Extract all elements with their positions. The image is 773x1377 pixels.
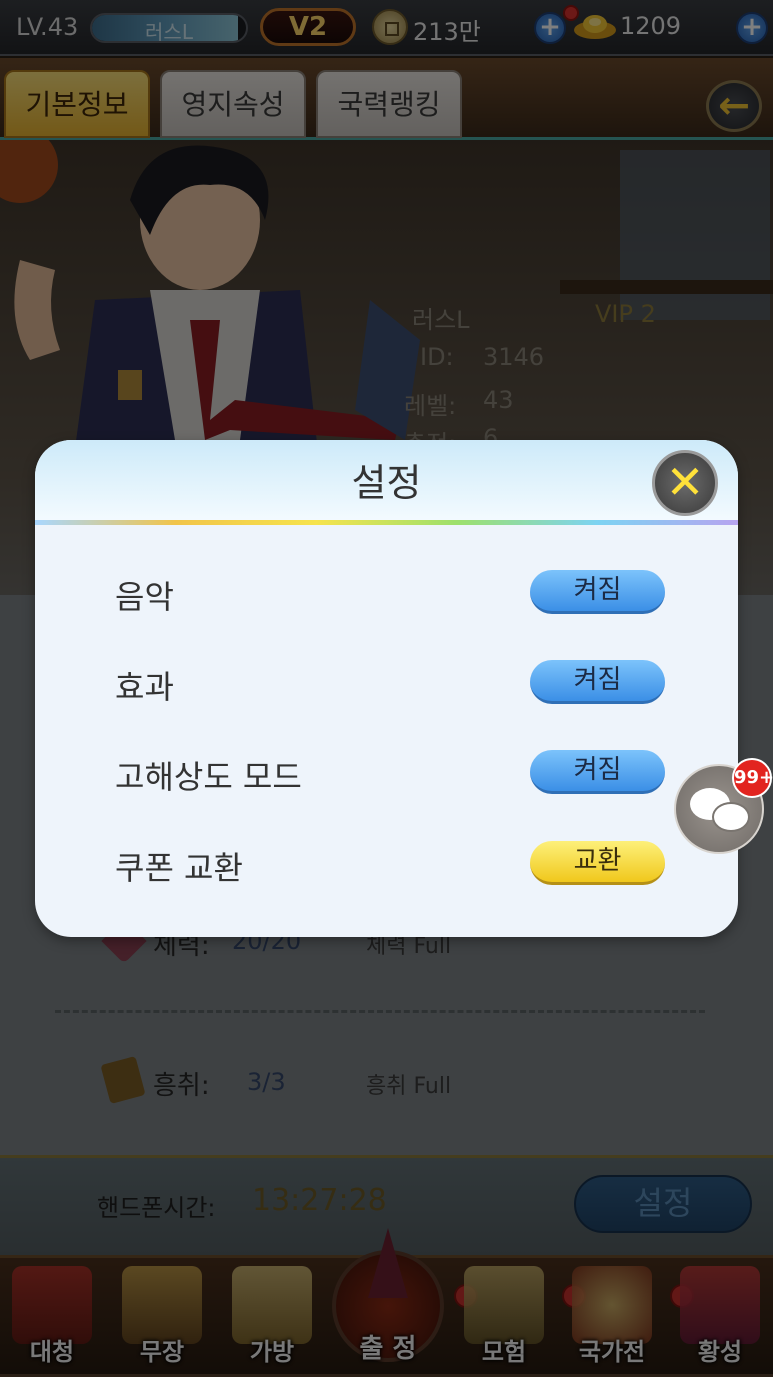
effects-label: 효과 (115, 668, 174, 706)
chat-unread-badge: 99+ (732, 758, 773, 798)
close-icon[interactable]: ✕ (652, 450, 718, 516)
dialog-header-divider (35, 520, 738, 525)
hd-mode-label: 고해상도 모드 (115, 758, 302, 796)
settings-dialog: 설정 음악 켜짐 효과 켜짐 고해상도 모드 켜짐 쿠폰 교환 교환 (35, 440, 738, 937)
music-toggle[interactable]: 켜짐 (530, 570, 665, 614)
coupon-exchange-button[interactable]: 교환 (530, 841, 665, 885)
effects-toggle[interactable]: 켜짐 (530, 660, 665, 704)
music-label: 음악 (115, 578, 174, 616)
hd-mode-toggle[interactable]: 켜짐 (530, 750, 665, 794)
dialog-title: 설정 (351, 461, 422, 505)
coupon-label: 쿠폰 교환 (115, 849, 243, 887)
chat-bubble-secondary-icon (712, 802, 750, 832)
chat-button[interactable]: 99+ (674, 758, 773, 854)
